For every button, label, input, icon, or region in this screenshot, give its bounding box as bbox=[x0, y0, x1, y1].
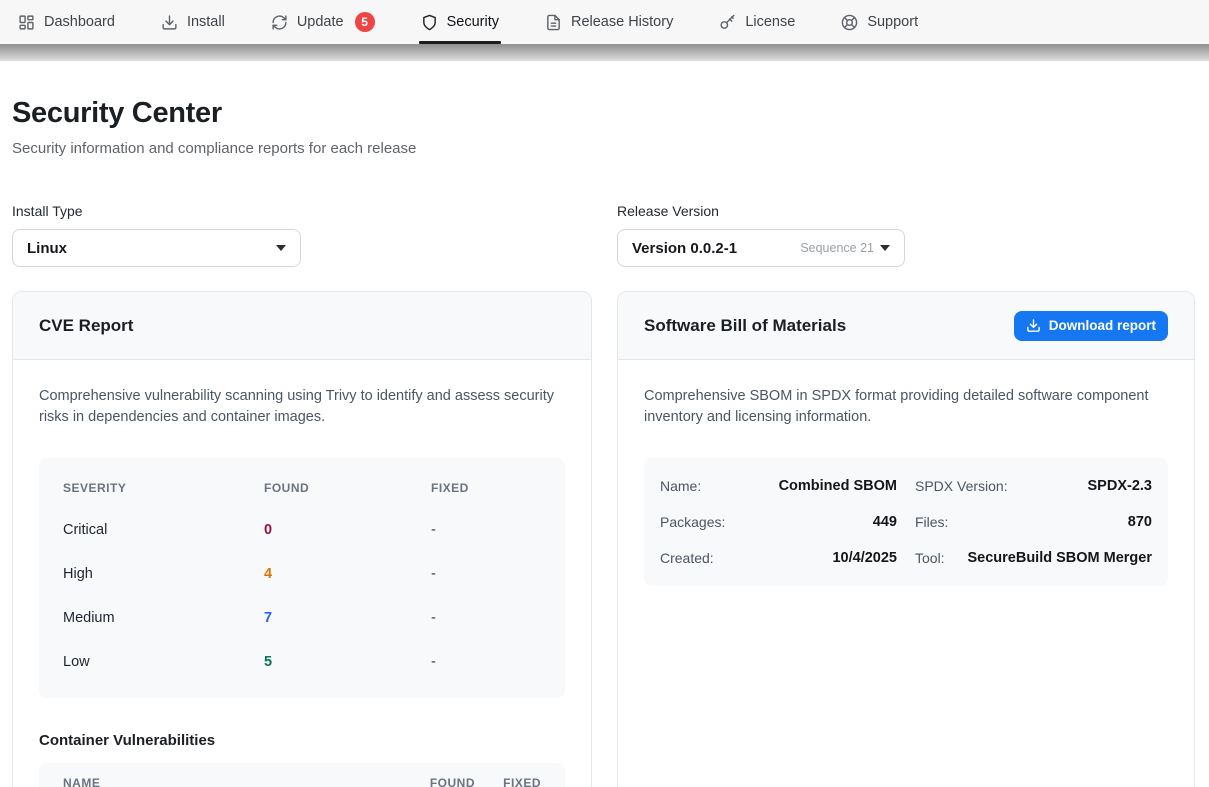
install-type-value: Linux bbox=[27, 240, 67, 257]
nav-item-label: Security bbox=[447, 14, 499, 30]
fixed-count: - bbox=[431, 654, 541, 670]
sbom-card-title: Software Bill of Materials bbox=[644, 316, 846, 336]
nav-item-release-history[interactable]: Release History bbox=[545, 0, 673, 44]
sbom-card-body: Comprehensive SBOM in SPDX format provid… bbox=[618, 360, 1194, 612]
detail-label: Files: bbox=[915, 514, 948, 530]
sbom-detail-name: Name: Combined SBOM bbox=[660, 468, 897, 504]
fixed-column-header: Fixed bbox=[431, 481, 541, 495]
top-navigation: Dashboard Install Update 5 Security Rele… bbox=[0, 0, 1209, 44]
download-report-label: Download report bbox=[1049, 318, 1156, 333]
sbom-card-header: Software Bill of Materials Download repo… bbox=[618, 292, 1194, 360]
nav-item-install[interactable]: Install bbox=[161, 0, 225, 44]
found-count: 7 bbox=[264, 610, 431, 626]
severity-name: Low bbox=[63, 654, 264, 670]
nav-item-label: Update bbox=[297, 14, 344, 30]
page-subtitle: Security information and compliance repo… bbox=[12, 140, 1195, 157]
fixed-count: - bbox=[431, 566, 541, 582]
table-row: Medium 7 - bbox=[63, 596, 541, 640]
container-vulnerabilities-header: Name Found Fixed bbox=[39, 763, 565, 787]
download-report-button[interactable]: Download report bbox=[1014, 311, 1168, 341]
sbom-card: Software Bill of Materials Download repo… bbox=[617, 291, 1195, 787]
table-row: High 4 - bbox=[63, 552, 541, 596]
table-row: Critical 0 - bbox=[63, 508, 541, 552]
cve-description: Comprehensive vulnerability scanning usi… bbox=[39, 386, 561, 428]
scroll-shadow-band bbox=[0, 44, 1209, 61]
detail-label: Created: bbox=[660, 550, 714, 566]
detail-label: Name: bbox=[660, 478, 701, 494]
nav-item-support[interactable]: Support bbox=[841, 0, 918, 44]
found-count: 4 bbox=[264, 566, 431, 582]
release-version-filter: Release Version Version 0.0.2-1 Sequence… bbox=[617, 203, 1195, 267]
sbom-details-grid: Name: Combined SBOM SPDX Version: SPDX-2… bbox=[644, 458, 1168, 586]
detail-value: 870 bbox=[1128, 514, 1152, 530]
download-icon bbox=[161, 14, 178, 31]
severity-name: Critical bbox=[63, 522, 264, 538]
refresh-icon bbox=[271, 14, 288, 31]
severity-table: Severity Found Fixed Critical 0 - High 4… bbox=[39, 458, 565, 698]
page-title: Security Center bbox=[12, 97, 1195, 130]
detail-value: 10/4/2025 bbox=[832, 550, 897, 566]
install-type-select[interactable]: Linux bbox=[12, 229, 301, 267]
severity-table-header: Severity Found Fixed bbox=[63, 468, 541, 508]
severity-column-header: Severity bbox=[63, 481, 264, 495]
nav-item-dashboard[interactable]: Dashboard bbox=[18, 0, 115, 44]
download-icon bbox=[1026, 318, 1041, 333]
severity-name: High bbox=[63, 566, 264, 582]
detail-value: Combined SBOM bbox=[779, 478, 897, 494]
detail-value: SecureBuild SBOM Merger bbox=[967, 550, 1152, 566]
fixed-count: - bbox=[431, 522, 541, 538]
shield-icon bbox=[421, 14, 438, 31]
life-buoy-icon bbox=[841, 14, 858, 31]
sbom-detail-created: Created: 10/4/2025 bbox=[660, 540, 897, 576]
nav-item-label: License bbox=[745, 14, 795, 30]
found-column-header: Found bbox=[403, 776, 475, 787]
cve-card-header: CVE Report bbox=[13, 292, 591, 360]
sequence-meta: Sequence 21 bbox=[800, 241, 874, 255]
release-version-select[interactable]: Version 0.0.2-1 Sequence 21 bbox=[617, 229, 905, 267]
found-count: 5 bbox=[264, 654, 431, 670]
container-vulnerabilities-title: Container Vulnerabilities bbox=[39, 732, 565, 749]
detail-value: 449 bbox=[873, 514, 897, 530]
cve-report-card: CVE Report Comprehensive vulnerability s… bbox=[12, 291, 592, 787]
cve-card-body: Comprehensive vulnerability scanning usi… bbox=[13, 360, 591, 787]
nav-item-license[interactable]: License bbox=[719, 0, 795, 44]
found-column-header: Found bbox=[264, 481, 431, 495]
release-version-value: Version 0.0.2-1 bbox=[632, 240, 737, 257]
sbom-detail-spdx-version: SPDX Version: SPDX-2.3 bbox=[915, 468, 1152, 504]
chevron-down-icon bbox=[880, 245, 890, 251]
nav-item-security[interactable]: Security bbox=[421, 0, 499, 44]
dashboard-icon bbox=[18, 14, 35, 31]
nav-item-label: Install bbox=[187, 14, 225, 30]
filters-row: Install Type Linux Release Version Versi… bbox=[12, 203, 1195, 267]
fixed-count: - bbox=[431, 610, 541, 626]
sbom-detail-files: Files: 870 bbox=[915, 504, 1152, 540]
severity-name: Medium bbox=[63, 610, 264, 626]
file-text-icon bbox=[545, 14, 562, 31]
cve-card-title: CVE Report bbox=[39, 316, 133, 336]
sbom-description: Comprehensive SBOM in SPDX format provid… bbox=[644, 386, 1166, 428]
detail-label: Tool: bbox=[915, 550, 945, 566]
nav-item-label: Support bbox=[867, 14, 918, 30]
install-type-filter: Install Type Linux bbox=[12, 203, 592, 267]
main-content: Security Center Security information and… bbox=[0, 97, 1209, 787]
nav-item-update[interactable]: Update 5 bbox=[271, 0, 375, 44]
name-column-header: Name bbox=[63, 776, 403, 787]
fixed-column-header: Fixed bbox=[475, 776, 541, 787]
found-count: 0 bbox=[264, 522, 431, 538]
install-type-label: Install Type bbox=[12, 203, 592, 219]
cards-row: CVE Report Comprehensive vulnerability s… bbox=[12, 291, 1195, 787]
nav-item-label: Dashboard bbox=[44, 14, 115, 30]
release-version-label: Release Version bbox=[617, 203, 1195, 219]
detail-label: SPDX Version: bbox=[915, 478, 1008, 494]
sbom-detail-packages: Packages: 449 bbox=[660, 504, 897, 540]
sbom-detail-tool: Tool: SecureBuild SBOM Merger bbox=[915, 540, 1152, 576]
update-count-badge: 5 bbox=[355, 12, 375, 32]
detail-value: SPDX-2.3 bbox=[1088, 478, 1152, 494]
key-icon bbox=[719, 14, 736, 31]
chevron-down-icon bbox=[276, 245, 286, 251]
nav-item-label: Release History bbox=[571, 14, 673, 30]
detail-label: Packages: bbox=[660, 514, 725, 530]
table-row: Low 5 - bbox=[63, 640, 541, 684]
